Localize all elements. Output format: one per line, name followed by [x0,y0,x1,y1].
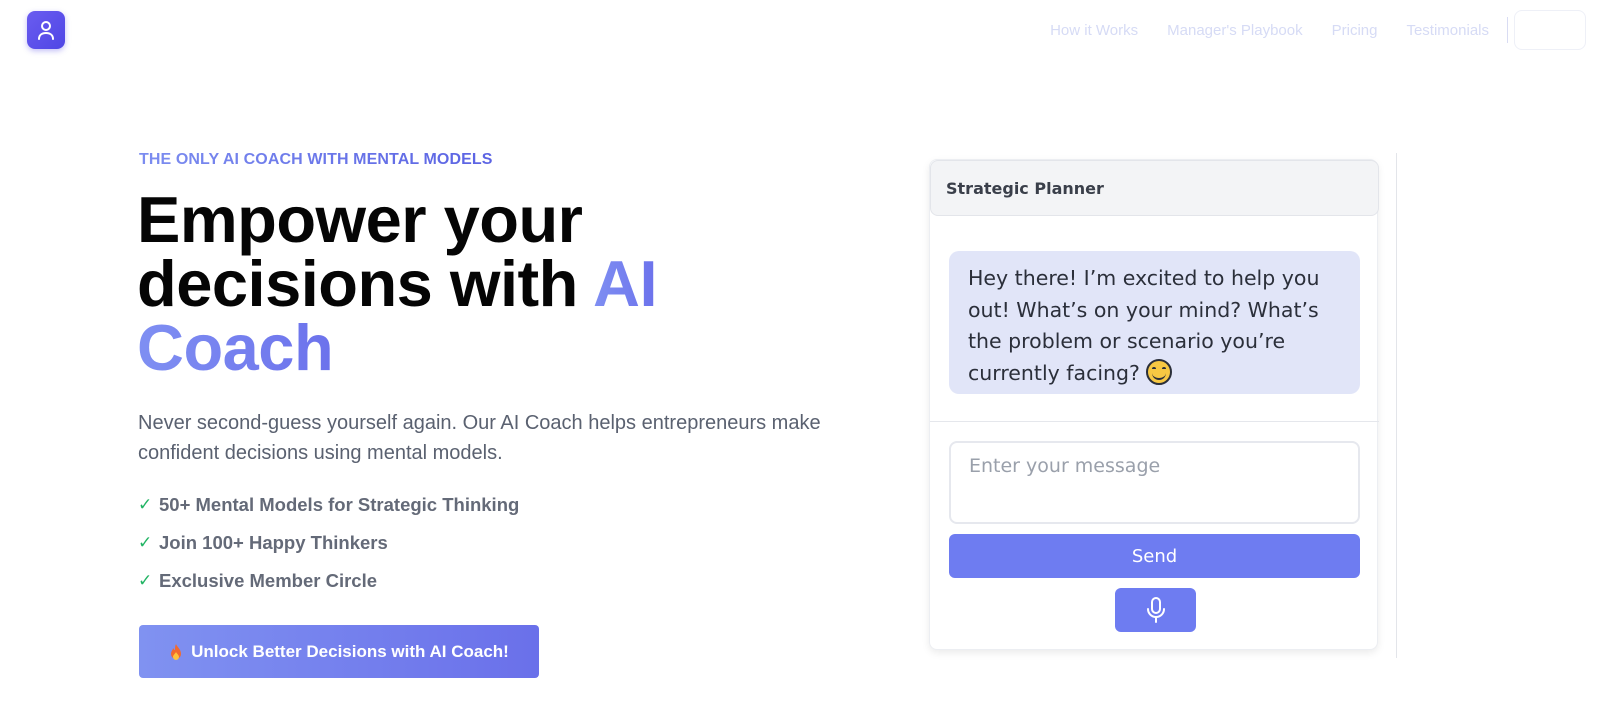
hero-headline: Empower your decisions with AI Coach [137,187,837,380]
nav-pricing[interactable]: Pricing [1332,22,1378,39]
check-icon: ✓ [138,533,153,552]
headline-accent-coach: Coach [137,311,334,384]
chat-divider [930,421,1379,422]
message-input[interactable] [949,441,1360,524]
nav-action-button[interactable] [1514,10,1586,50]
assistant-message: Hey there! I’m excited to help you out! … [949,251,1360,394]
cta-label: Unlock Better Decisions with AI Coach! [191,641,509,661]
assistant-message-text: Hey there! I’m excited to help you out! … [968,266,1320,385]
user-icon [38,21,54,40]
unlock-cta-button[interactable]: Unlock Better Decisions with AI Coach! [139,625,539,678]
headline-line-2: decisions with [137,247,594,320]
feature-text: Join 100+ Happy Thinkers [159,532,388,553]
hero-subtitle: Never second-guess yourself again. Our A… [138,412,821,464]
chat-widget: Strategic Planner Hey there! I’m excited… [929,159,1379,650]
check-icon: ✓ [138,571,153,590]
headline-line-1: Empower your [137,183,583,256]
feature-list: ✓ 50+ Mental Models for Strategic Thinki… [138,494,520,609]
feature-text: 50+ Mental Models for Strategic Thinking [159,494,520,515]
fire-icon [171,643,182,660]
nav-how-it-works[interactable]: How it Works [1050,22,1138,39]
top-nav: How it Works Manager's Playbook Pricing … [1050,10,1600,50]
nav-managers-playbook[interactable]: Manager's Playbook [1167,22,1302,39]
feature-item: ✓ 50+ Mental Models for Strategic Thinki… [138,494,520,515]
feature-item: ✓ Join 100+ Happy Thinkers [138,532,519,553]
smile-emoji-icon [1146,358,1173,385]
feature-item: ✓ Exclusive Member Circle [138,570,519,591]
check-icon: ✓ [138,495,153,514]
chat-title: Strategic Planner [930,160,1379,216]
nav-testimonials[interactable]: Testimonials [1406,22,1489,39]
hero-eyebrow: THE ONLY AI COACH WITH MENTAL MODELS [139,151,493,168]
microphone-button[interactable] [1115,588,1196,632]
feature-text: Exclusive Member Circle [159,570,377,591]
logo[interactable] [27,11,65,49]
microphone-icon [1146,597,1165,623]
headline-accent-ai: AI [593,247,658,320]
send-button[interactable]: Send [949,534,1360,578]
nav-divider [1507,17,1508,43]
panel-divider [1396,153,1397,658]
